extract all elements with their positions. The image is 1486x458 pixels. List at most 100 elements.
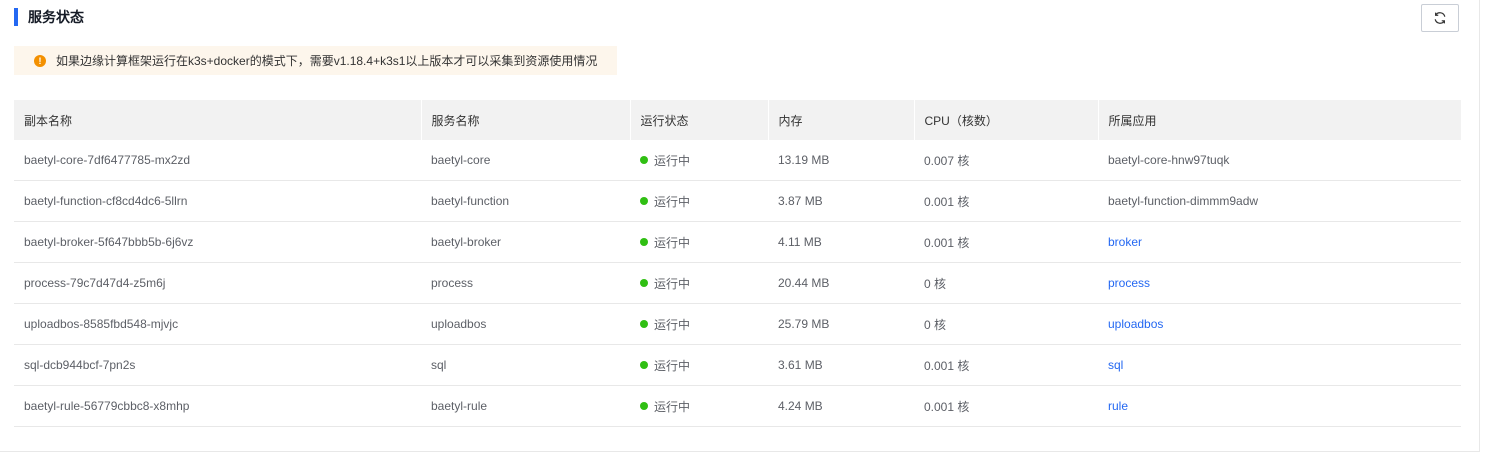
cell-memory: 3.87 MB xyxy=(768,180,914,222)
cell-replica-name: baetyl-core-7df6477785-mx2zd xyxy=(14,140,421,181)
cell-service-name-text: baetyl-function xyxy=(431,194,510,208)
cell-replica-name: process-79c7d47d4-z5m6j xyxy=(14,262,421,304)
cell-memory: 4.24 MB xyxy=(768,385,914,427)
cell-status: 运行中 xyxy=(630,180,768,222)
service-status-panel: 服务状态 ! 如果边缘计算框架运行在k3s+docker的模式下，需要v1.18… xyxy=(0,0,1480,452)
cell-replica-name-text: baetyl-core-7df6477785-mx2zd xyxy=(24,153,191,167)
refresh-button[interactable] xyxy=(1421,4,1459,32)
cell-replica-name: uploadbos-8585fbd548-mjvjc xyxy=(14,303,421,345)
status-text: 运行中 xyxy=(654,358,691,373)
status-text: 运行中 xyxy=(654,194,691,209)
cell-status: 运行中 xyxy=(630,303,768,345)
table-row: baetyl-broker-5f647bbb5b-6j6vz baetyl-bro… xyxy=(14,221,1461,263)
cell-service-name-text: process xyxy=(431,276,474,290)
app-name: baetyl-function-dimmm9adw xyxy=(1108,194,1259,208)
cell-memory-text: 4.24 MB xyxy=(778,399,823,413)
cell-service-name-text: sql xyxy=(431,358,447,372)
table-row: baetyl-core-7df6477785-mx2zd baetyl-core 运… xyxy=(14,140,1461,181)
app-name: baetyl-core-hnw97tuqk xyxy=(1108,153,1230,167)
status-indicator: 运行中 xyxy=(640,275,690,292)
cell-cpu-text: 0.001 核 xyxy=(924,194,970,209)
cell-app[interactable]: sql xyxy=(1098,344,1461,386)
app-link[interactable]: process xyxy=(1108,276,1150,290)
app-link[interactable]: broker xyxy=(1108,235,1142,249)
cell-replica-name: sql-dcb944bcf-7pn2s xyxy=(14,344,421,386)
cell-memory-text: 13.19 MB xyxy=(778,153,830,167)
table-header-row: 副本名称 服务名称 运行状态 内存 CPU（核数） 所属应用 xyxy=(14,100,1461,140)
cell-cpu: 0 核 xyxy=(914,262,1098,304)
table-row: sql-dcb944bcf-7pn2s sql 运行中 3.61 MB 0.001 核 s… xyxy=(14,344,1461,386)
cell-status: 运行中 xyxy=(630,385,768,427)
cell-service-name-text: baetyl-core xyxy=(431,153,491,167)
cell-memory: 3.61 MB xyxy=(768,344,914,386)
cell-cpu: 0.007 核 xyxy=(914,140,1098,181)
cell-memory-text: 3.87 MB xyxy=(778,194,823,208)
table-row: uploadbos-8585fbd548-mjvjc uploadbos 运行中 25… xyxy=(14,303,1461,345)
cell-cpu-text: 0.001 核 xyxy=(924,399,970,414)
status-text: 运行中 xyxy=(654,317,691,332)
cell-cpu: 0.001 核 xyxy=(914,180,1098,222)
column-header-cpu: CPU（核数） xyxy=(914,100,1099,140)
cell-replica-name: baetyl-function-cf8cd4dc6-5llrn xyxy=(14,180,421,222)
column-header-memory: 内存 xyxy=(768,100,915,140)
cell-app[interactable]: broker xyxy=(1098,221,1461,263)
cell-cpu-text: 0 核 xyxy=(924,276,947,291)
section-title: 服务状态 xyxy=(14,8,84,26)
cell-status: 运行中 xyxy=(630,221,768,263)
cell-memory: 20.44 MB xyxy=(768,262,914,304)
status-indicator: 运行中 xyxy=(640,234,690,251)
status-dot-icon xyxy=(640,156,648,164)
status-dot-icon xyxy=(640,320,648,328)
notice-text: 如果边缘计算框架运行在k3s+docker的模式下，需要v1.18.4+k3s1… xyxy=(56,54,598,68)
cell-replica-name-text: baetyl-function-cf8cd4dc6-5llrn xyxy=(24,194,188,208)
status-dot-icon xyxy=(640,238,648,246)
cell-memory: 13.19 MB xyxy=(768,140,914,181)
cell-service-name-text: baetyl-rule xyxy=(431,399,488,413)
table-row: baetyl-function-cf8cd4dc6-5llrn baetyl-fu… xyxy=(14,180,1461,222)
cell-app: baetyl-core-hnw97tuqk xyxy=(1098,140,1461,181)
cell-memory-text: 3.61 MB xyxy=(778,358,823,372)
cell-replica-name-text: uploadbos-8585fbd548-mjvjc xyxy=(24,317,179,331)
status-indicator: 运行中 xyxy=(640,152,690,169)
status-dot-icon xyxy=(640,402,648,410)
cell-cpu: 0 核 xyxy=(914,303,1098,345)
cell-replica-name-text: process-79c7d47d4-z5m6j xyxy=(24,276,166,290)
cell-service-name: process xyxy=(421,262,630,304)
table-row: baetyl-rule-56779cbbc8-x8mhp baetyl-rule 运… xyxy=(14,385,1461,427)
cell-memory: 25.79 MB xyxy=(768,303,914,345)
cell-status: 运行中 xyxy=(630,262,768,304)
app-link[interactable]: sql xyxy=(1108,358,1123,372)
cell-status: 运行中 xyxy=(630,140,768,181)
cell-cpu-text: 0.001 核 xyxy=(924,235,970,250)
status-indicator: 运行中 xyxy=(640,357,690,374)
status-text: 运行中 xyxy=(654,235,691,250)
cell-replica-name: baetyl-broker-5f647bbb5b-6j6vz xyxy=(14,221,421,263)
cell-app[interactable]: rule xyxy=(1098,385,1461,427)
cell-replica-name-text: baetyl-rule-56779cbbc8-x8mhp xyxy=(24,399,190,413)
cell-cpu: 0.001 核 xyxy=(914,344,1098,386)
cell-memory-text: 25.79 MB xyxy=(778,317,830,331)
status-dot-icon xyxy=(640,279,648,287)
cell-memory-text: 4.11 MB xyxy=(778,235,822,249)
status-indicator: 运行中 xyxy=(640,398,690,415)
status-dot-icon xyxy=(640,197,648,205)
column-header-service: 服务名称 xyxy=(421,100,631,140)
cell-app[interactable]: process xyxy=(1098,262,1461,304)
cell-replica-name-text: baetyl-broker-5f647bbb5b-6j6vz xyxy=(24,235,194,249)
table-row: process-79c7d47d4-z5m6j process 运行中 20.44 M… xyxy=(14,262,1461,304)
refresh-icon xyxy=(1434,12,1446,24)
cell-app[interactable]: uploadbos xyxy=(1098,303,1461,345)
column-header-app: 所属应用 xyxy=(1098,100,1461,140)
cell-memory-text: 20.44 MB xyxy=(778,276,830,290)
cell-app: baetyl-function-dimmm9adw xyxy=(1098,180,1461,222)
cell-replica-name: baetyl-rule-56779cbbc8-x8mhp xyxy=(14,385,421,427)
cell-service-name: sql xyxy=(421,344,630,386)
app-link[interactable]: uploadbos xyxy=(1108,317,1163,331)
status-indicator: 运行中 xyxy=(640,316,690,333)
app-link[interactable]: rule xyxy=(1108,399,1128,413)
cell-cpu-text: 0 核 xyxy=(924,317,947,332)
cell-service-name: baetyl-broker xyxy=(421,221,630,263)
cell-memory: 4.11 MB xyxy=(768,221,914,263)
cell-status: 运行中 xyxy=(630,344,768,386)
column-header-status: 运行状态 xyxy=(630,100,769,140)
